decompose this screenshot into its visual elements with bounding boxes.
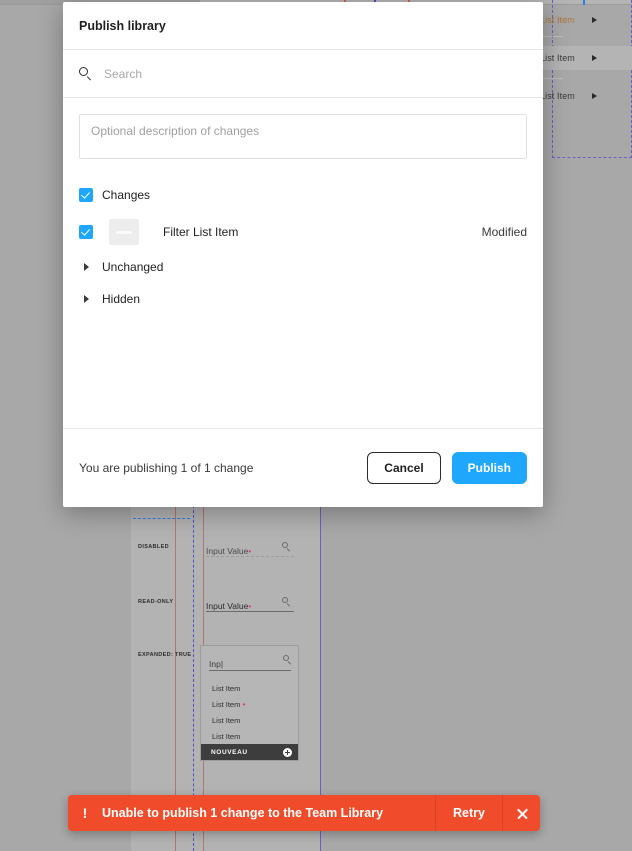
search-icon	[282, 542, 291, 551]
chevron-right-icon	[592, 17, 597, 23]
error-toast: ! Unable to publish 1 change to the Team…	[68, 795, 540, 831]
unchanged-section-label: Unchanged	[102, 260, 164, 274]
changes-section-label: Changes	[102, 188, 151, 202]
list-item-label: List Item	[540, 53, 575, 63]
input-field-disabled[interactable]: Input Value•	[206, 541, 294, 559]
change-item-status: Modified	[481, 225, 527, 239]
changes-section-row[interactable]: Changes	[79, 182, 527, 208]
alert-icon: !	[82, 805, 88, 821]
unchanged-section-row[interactable]: Unchanged	[79, 256, 527, 278]
dialog-footer: You are publishing 1 of 1 change Cancel …	[63, 428, 543, 507]
changes-list: Changes Filter List Item Modified Unchan…	[79, 182, 527, 310]
dialog-body: Changes Filter List Item Modified Unchan…	[63, 98, 543, 428]
input-value: Input Value	[206, 546, 249, 556]
required-marker: •	[242, 700, 246, 709]
chevron-right-icon	[592, 55, 597, 61]
publish-status-text: You are publishing 1 of 1 change	[79, 461, 254, 475]
retry-button[interactable]: Retry	[435, 795, 502, 831]
footer-buttons: Cancel Publish	[367, 452, 527, 484]
change-item-checkbox[interactable]	[79, 225, 93, 239]
list-item-label: List Item	[540, 91, 575, 101]
required-marker: •	[248, 547, 252, 556]
change-item-name: Filter List Item	[163, 225, 239, 239]
chevron-right-icon[interactable]	[84, 295, 89, 303]
description-textarea[interactable]	[79, 114, 527, 159]
dialog-header: Publish library	[63, 2, 543, 50]
dropdown-item-label: List Item	[212, 732, 241, 741]
dropdown-item-label: List Item	[212, 716, 241, 725]
changes-checkbox[interactable]	[79, 188, 93, 202]
dialog-title: Publish library	[79, 18, 166, 33]
chevron-right-icon	[592, 93, 597, 99]
dropdown-item[interactable]: List Item	[212, 716, 240, 725]
search-icon	[282, 597, 291, 606]
input-value: Input Value	[206, 601, 249, 611]
dropdown-panel[interactable]: Inp| List Item List Item • List Item Lis…	[200, 645, 299, 761]
dropdown-item[interactable]: List Item	[212, 732, 240, 741]
dropdown-footer-action[interactable]: NOUVEAU	[201, 744, 298, 760]
hidden-section-label: Hidden	[102, 292, 141, 306]
field-label-expanded: EXPANDED: TRUE	[138, 652, 192, 658]
dropdown-item[interactable]: List Item	[212, 684, 240, 693]
search-icon	[79, 67, 92, 81]
publish-button[interactable]: Publish	[451, 452, 527, 484]
dropdown-item[interactable]: List Item •	[212, 700, 245, 709]
horizontal-guide	[133, 518, 190, 519]
dropdown-item-label: List Item	[212, 684, 241, 693]
list-item-label: List Item	[540, 15, 575, 25]
error-message: Unable to publish 1 change to the Team L…	[102, 806, 384, 820]
search-input[interactable]	[104, 66, 527, 81]
dropdown-footer-label: NOUVEAU	[211, 748, 248, 756]
dropdown-search-value: Inp|	[209, 659, 224, 669]
field-underline	[206, 556, 294, 557]
close-icon	[516, 807, 528, 819]
chevron-right-icon[interactable]	[84, 263, 89, 271]
change-item-row[interactable]: Filter List Item Modified	[79, 218, 527, 246]
cancel-button[interactable]: Cancel	[367, 452, 441, 484]
field-underline	[206, 611, 294, 612]
search-icon	[283, 655, 292, 664]
dropdown-item-label: List Item	[212, 700, 241, 709]
search-bar[interactable]	[63, 50, 543, 98]
plus-circle-icon[interactable]	[283, 747, 292, 757]
required-marker: •	[248, 602, 252, 611]
close-toast-button[interactable]	[502, 795, 540, 831]
component-thumbnail	[109, 219, 139, 245]
dropdown-underline	[209, 670, 291, 671]
field-label-readonly: READ-ONLY	[138, 599, 174, 605]
input-field-readonly[interactable]: Input Value•	[206, 596, 294, 614]
field-label-disabled: DISABLED	[138, 544, 169, 550]
hidden-section-row[interactable]: Hidden	[79, 288, 527, 310]
publish-library-dialog: Publish library Changes Filter List Item…	[63, 2, 543, 507]
